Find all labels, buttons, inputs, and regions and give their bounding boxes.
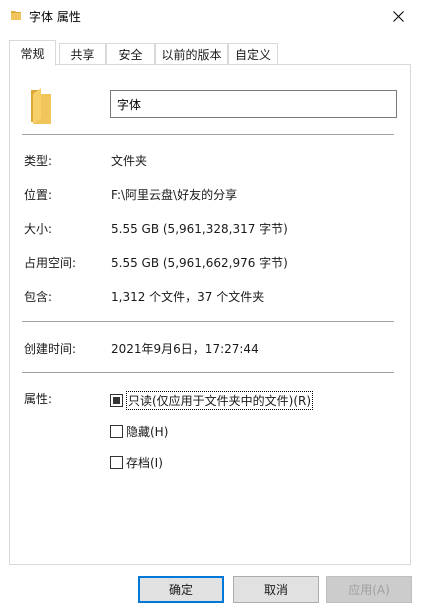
archive-checkbox-label: 存档(I) — [126, 456, 163, 470]
tab-sharing[interactable]: 共享 — [59, 43, 106, 65]
separator — [22, 321, 394, 322]
created-label: 创建时间: — [24, 342, 77, 356]
hidden-checkbox-label: 隐藏(H) — [126, 425, 169, 439]
close-icon — [392, 10, 404, 22]
disk-size-label: 占用空间: — [24, 256, 77, 270]
archive-checkbox[interactable]: 存档(I) — [110, 454, 163, 471]
apply-button[interactable]: 应用(A) — [326, 576, 412, 603]
close-button[interactable] — [375, 0, 421, 32]
disk-size-value: 5.55 GB (5,961,662,976 字节) — [111, 256, 288, 270]
attributes-label: 属性: — [24, 392, 53, 406]
folder-icon — [11, 11, 21, 20]
folder-name-input[interactable]: 字体 — [110, 90, 397, 118]
size-label: 大小: — [24, 222, 53, 236]
tab-security[interactable]: 安全 — [106, 43, 155, 65]
separator — [22, 134, 394, 135]
tab-previous-versions[interactable]: 以前的版本 — [155, 43, 228, 65]
folder-icon — [31, 88, 51, 124]
location-value: F:\阿里云盘\好友的分享 — [111, 188, 238, 202]
checkbox-unchecked-icon — [110, 425, 123, 438]
created-value: 2021年9月6日，17:27:44 — [111, 342, 259, 356]
tab-general[interactable]: 常规 — [9, 40, 56, 66]
window-title: 字体 属性 — [29, 10, 81, 24]
checkbox-indeterminate-icon — [110, 394, 123, 407]
readonly-checkbox[interactable]: 只读(仅应用于文件夹中的文件)(R) — [110, 391, 314, 410]
checkbox-unchecked-icon — [110, 456, 123, 469]
location-label: 位置: — [24, 188, 53, 202]
separator — [22, 372, 394, 373]
ok-button[interactable]: 确定 — [138, 576, 224, 603]
contains-value: 1,312 个文件，37 个文件夹 — [111, 290, 265, 304]
type-label: 类型: — [24, 154, 53, 168]
type-value: 文件夹 — [111, 154, 148, 168]
tab-customize[interactable]: 自定义 — [228, 43, 278, 65]
hidden-checkbox[interactable]: 隐藏(H) — [110, 423, 168, 440]
cancel-button[interactable]: 取消 — [233, 576, 319, 603]
readonly-checkbox-label: 只读(仅应用于文件夹中的文件)(R) — [126, 391, 314, 410]
size-value: 5.55 GB (5,961,328,317 字节) — [111, 222, 288, 236]
general-tab-panel — [9, 64, 411, 565]
contains-label: 包含: — [24, 290, 53, 304]
title-bar: 字体 属性 — [0, 0, 421, 32]
